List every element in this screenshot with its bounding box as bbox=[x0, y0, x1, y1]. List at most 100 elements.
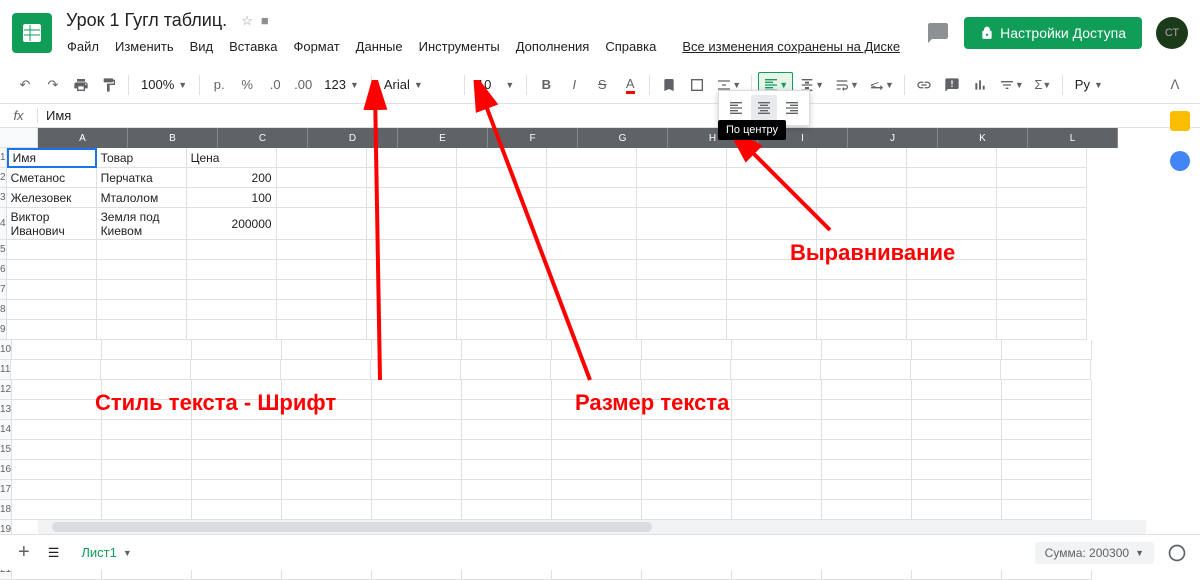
bold-button[interactable]: B bbox=[533, 72, 559, 98]
cell-H3[interactable] bbox=[637, 188, 727, 208]
cell-I15[interactable] bbox=[732, 440, 822, 460]
cell-F3[interactable] bbox=[457, 188, 547, 208]
cell-C2[interactable]: 200 bbox=[187, 168, 277, 188]
text-rotation-button[interactable]: ▼ bbox=[865, 72, 898, 98]
share-button[interactable]: Настройки Доступа bbox=[964, 17, 1142, 49]
redo-button[interactable]: ↷ bbox=[40, 72, 66, 98]
cell-F16[interactable] bbox=[462, 460, 552, 480]
cell-J15[interactable] bbox=[822, 440, 912, 460]
cell-H1[interactable] bbox=[637, 148, 727, 168]
cell-G4[interactable] bbox=[547, 208, 637, 240]
cell-F2[interactable] bbox=[457, 168, 547, 188]
cell-E10[interactable] bbox=[372, 340, 462, 360]
add-sheet-button[interactable]: + bbox=[8, 537, 40, 568]
cell-D18[interactable] bbox=[282, 500, 372, 520]
cell-C12[interactable] bbox=[192, 380, 282, 400]
cell-D8[interactable] bbox=[277, 300, 367, 320]
menu-data[interactable]: Данные bbox=[349, 35, 410, 58]
cell-I4[interactable] bbox=[727, 208, 817, 240]
insert-link-button[interactable] bbox=[911, 72, 937, 98]
cell-F10[interactable] bbox=[462, 340, 552, 360]
cell-D11[interactable] bbox=[281, 360, 371, 380]
cell-F11[interactable] bbox=[461, 360, 551, 380]
cell-D16[interactable] bbox=[282, 460, 372, 480]
cell-L16[interactable] bbox=[1002, 460, 1092, 480]
cell-K3[interactable] bbox=[907, 188, 997, 208]
cell-L3[interactable] bbox=[997, 188, 1087, 208]
col-header-L[interactable]: L bbox=[1028, 128, 1118, 148]
cell-G18[interactable] bbox=[552, 500, 642, 520]
menu-view[interactable]: Вид bbox=[183, 35, 221, 58]
cell-C18[interactable] bbox=[192, 500, 282, 520]
cell-B8[interactable] bbox=[97, 300, 187, 320]
cell-H5[interactable] bbox=[637, 240, 727, 260]
cell-H17[interactable] bbox=[642, 480, 732, 500]
number-format-select[interactable]: 123▼ bbox=[318, 72, 365, 98]
align-center-button[interactable] bbox=[751, 95, 777, 121]
cell-C17[interactable] bbox=[192, 480, 282, 500]
cell-C4[interactable]: 200000 bbox=[187, 208, 277, 240]
cell-B15[interactable] bbox=[102, 440, 192, 460]
cell-K12[interactable] bbox=[912, 380, 1002, 400]
cell-I7[interactable] bbox=[727, 280, 817, 300]
cell-B11[interactable] bbox=[101, 360, 191, 380]
col-header-J[interactable]: J bbox=[848, 128, 938, 148]
collapse-toolbar-button[interactable]: ᐱ bbox=[1162, 72, 1188, 98]
cell-C10[interactable] bbox=[192, 340, 282, 360]
menu-file[interactable]: Файл bbox=[60, 35, 106, 58]
menu-format[interactable]: Формат bbox=[286, 35, 346, 58]
cell-G17[interactable] bbox=[552, 480, 642, 500]
cell-C9[interactable] bbox=[187, 320, 277, 340]
cell-J14[interactable] bbox=[822, 420, 912, 440]
cell-E17[interactable] bbox=[372, 480, 462, 500]
cell-L1[interactable] bbox=[997, 148, 1087, 168]
cell-A16[interactable] bbox=[12, 460, 102, 480]
cell-K6[interactable] bbox=[907, 260, 997, 280]
cell-E16[interactable] bbox=[372, 460, 462, 480]
cell-H16[interactable] bbox=[642, 460, 732, 480]
cell-H6[interactable] bbox=[637, 260, 727, 280]
zoom-select[interactable]: 100%▼ bbox=[135, 72, 193, 98]
tasks-icon[interactable] bbox=[1170, 151, 1190, 171]
col-header-G[interactable]: G bbox=[578, 128, 668, 148]
input-language-select[interactable]: Ру▼ bbox=[1069, 72, 1109, 98]
cell-H14[interactable] bbox=[642, 420, 732, 440]
cell-A11[interactable] bbox=[11, 360, 101, 380]
explore-button[interactable] bbox=[1162, 538, 1192, 568]
cell-I18[interactable] bbox=[732, 500, 822, 520]
print-button[interactable] bbox=[68, 72, 94, 98]
cell-K16[interactable] bbox=[912, 460, 1002, 480]
cell-F17[interactable] bbox=[462, 480, 552, 500]
cell-G7[interactable] bbox=[547, 280, 637, 300]
cell-B1[interactable]: Товар bbox=[97, 148, 187, 168]
text-wrap-button[interactable]: ▼ bbox=[830, 72, 863, 98]
undo-button[interactable]: ↶ bbox=[12, 72, 38, 98]
cell-E13[interactable] bbox=[372, 400, 462, 420]
cell-B5[interactable] bbox=[97, 240, 187, 260]
cell-J8[interactable] bbox=[817, 300, 907, 320]
cell-I6[interactable] bbox=[727, 260, 817, 280]
percent-button[interactable]: % bbox=[234, 72, 260, 98]
cell-B2[interactable]: Перчатка bbox=[97, 168, 187, 188]
cell-D5[interactable] bbox=[277, 240, 367, 260]
italic-button[interactable]: I bbox=[561, 72, 587, 98]
cell-K2[interactable] bbox=[907, 168, 997, 188]
row-header-14[interactable]: 14 bbox=[0, 420, 12, 440]
cell-G13[interactable] bbox=[552, 400, 642, 420]
cell-K13[interactable] bbox=[912, 400, 1002, 420]
cell-D6[interactable] bbox=[277, 260, 367, 280]
cell-K1[interactable] bbox=[907, 148, 997, 168]
cell-D12[interactable] bbox=[282, 380, 372, 400]
cell-E18[interactable] bbox=[372, 500, 462, 520]
cell-K4[interactable] bbox=[907, 208, 997, 240]
cell-J11[interactable] bbox=[821, 360, 911, 380]
cell-A8[interactable] bbox=[7, 300, 97, 320]
fill-color-button[interactable] bbox=[656, 72, 682, 98]
cell-K15[interactable] bbox=[912, 440, 1002, 460]
comment-icon[interactable] bbox=[926, 21, 950, 45]
cell-G9[interactable] bbox=[547, 320, 637, 340]
cell-L17[interactable] bbox=[1002, 480, 1092, 500]
cell-I5[interactable] bbox=[727, 240, 817, 260]
row-header-17[interactable]: 17 bbox=[0, 480, 12, 500]
cell-E15[interactable] bbox=[372, 440, 462, 460]
